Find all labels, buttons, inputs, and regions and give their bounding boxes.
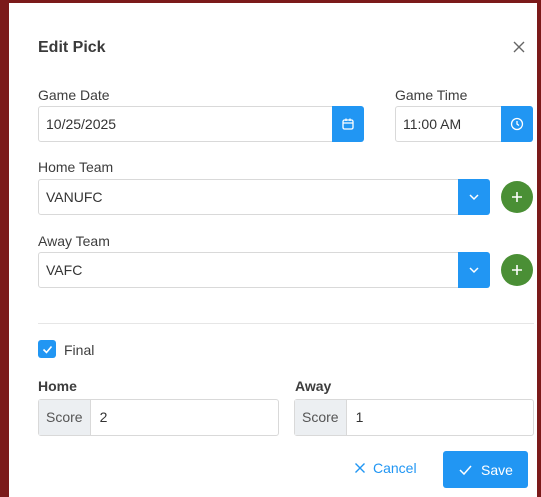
away-score-field[interactable]: Score 1 — [294, 399, 534, 436]
away-score-label: Away — [295, 378, 332, 394]
calendar-icon — [342, 118, 354, 130]
game-time-input[interactable]: 11:00 AM — [395, 106, 503, 142]
close-icon[interactable] — [508, 36, 530, 58]
section-divider — [38, 323, 534, 324]
save-label: Save — [481, 461, 513, 478]
away-team-dropdown-button[interactable] — [458, 252, 490, 288]
clock-icon — [510, 117, 524, 131]
home-team-dropdown-button[interactable] — [458, 179, 490, 215]
away-team-select[interactable]: VAFC — [38, 252, 460, 288]
game-date-label: Game Date — [38, 87, 110, 103]
cancel-label: Cancel — [373, 460, 417, 476]
cancel-button[interactable]: Cancel — [354, 460, 417, 476]
date-picker-button[interactable] — [332, 106, 364, 142]
game-time-label: Game Time — [395, 87, 468, 103]
check-icon — [42, 345, 52, 354]
time-picker-button[interactable] — [501, 106, 533, 142]
add-away-team-button[interactable] — [501, 254, 533, 286]
home-score-addon: Score — [39, 400, 91, 435]
home-team-select[interactable]: VANUFC — [38, 179, 460, 215]
check-icon — [459, 465, 472, 476]
away-team-label: Away Team — [38, 233, 110, 249]
chevron-down-icon — [469, 194, 479, 201]
home-team-label: Home Team — [38, 159, 114, 175]
dialog-title: Edit Pick — [38, 39, 106, 56]
plus-icon — [512, 192, 522, 202]
away-score-addon: Score — [295, 400, 347, 435]
add-home-team-button[interactable] — [501, 181, 533, 213]
edit-pick-dialog: Edit Pick Game Date 10/25/2025 Game Time… — [0, 0, 541, 497]
plus-icon — [512, 265, 522, 275]
home-score-label: Home — [38, 378, 77, 394]
chevron-down-icon — [469, 267, 479, 274]
away-score-input[interactable]: 1 — [347, 400, 533, 435]
game-date-input[interactable]: 10/25/2025 — [38, 106, 334, 142]
final-checkbox[interactable] — [38, 340, 56, 358]
final-label: Final — [64, 342, 95, 358]
home-score-field[interactable]: Score 2 — [38, 399, 279, 436]
home-score-input[interactable]: 2 — [91, 400, 278, 435]
close-button[interactable] — [508, 36, 530, 58]
save-button[interactable]: Save — [443, 451, 528, 488]
close-icon — [355, 463, 365, 473]
